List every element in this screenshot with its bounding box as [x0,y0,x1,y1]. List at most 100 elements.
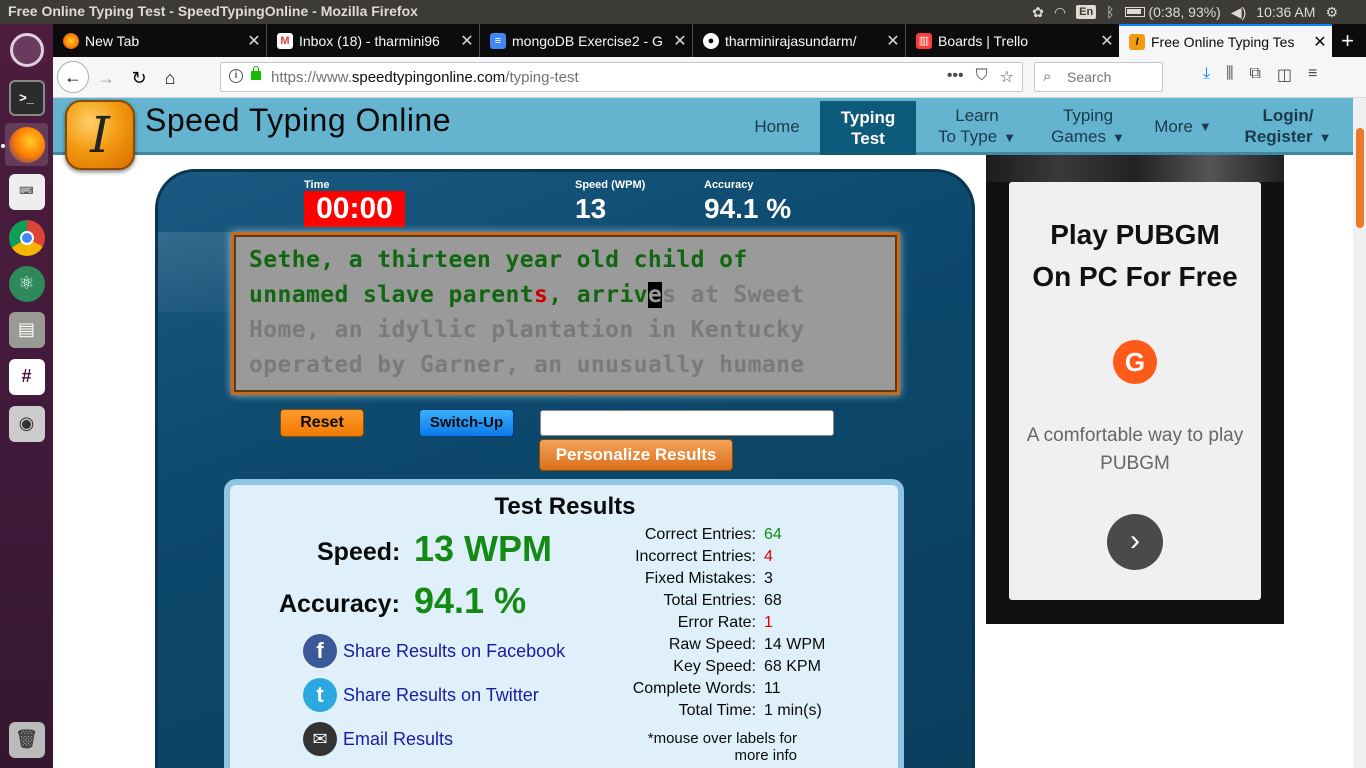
tab-gmail[interactable]: M Inbox (18) - tharmini96 ✕ [267,24,480,57]
launcher-chrome[interactable] [5,216,48,259]
text-line: Home, an idyllic plantation in Kentucky [249,317,805,343]
launcher-atom[interactable]: ⚛ [5,262,48,305]
page-actions-icon[interactable]: ••• [947,67,964,87]
ubuntu-launcher: >_ ⌨ ⚛ ▤ # ◉ 🗑 [0,24,53,768]
browser-nav-bar: ← → ↻ ⌂ i https://www.speedtypingonline.… [53,57,1366,98]
power-gear-icon[interactable]: ⚙ [1325,4,1338,21]
ad-go-button[interactable]: › [1107,514,1163,570]
tab-close-icon[interactable]: ✕ [455,31,479,51]
switch-up-button[interactable]: Switch-Up [419,409,514,437]
launcher-keyboard[interactable]: ⌨ [5,170,48,213]
tab-google-docs[interactable]: ≡ mongoDB Exercise2 - G ✕ [480,24,693,57]
tab-close-icon[interactable]: ✕ [668,31,692,51]
tab-close-icon[interactable]: ✕ [881,31,905,51]
dropdown-arrow-icon: ▼ [1111,130,1125,145]
advertisement[interactable]: Play PUBGM On PC For Free G A comfortable… [986,155,1284,624]
battery-indicator[interactable]: (0:38, 93%) [1124,4,1221,20]
text-line: unnamed slave parents, arrives at Sweet [249,282,805,308]
nav-typing-test[interactable]: Typing Test [820,101,916,155]
nav-home[interactable]: Home [743,98,811,155]
results-speed-label[interactable]: Speed: [317,538,400,567]
address-bar[interactable]: i https://www.speedtypingonline.com/typi… [220,62,1023,92]
forward-arrow-icon[interactable]: → [91,63,121,93]
stat-row: Total Entries: 68 [663,592,782,609]
tab-trello[interactable]: ▥ Boards | Trello ✕ [906,24,1119,57]
share-facebook-link[interactable]: f Share Results on Facebook [303,634,565,668]
tab-new-tab[interactable]: New Tab ✕ [53,24,267,57]
dropdown-arrow-icon: ▼ [1318,130,1332,145]
results-note: *mouse over labels for more info [647,730,797,764]
text-line: operated by Garner, an unusually humane [249,352,805,378]
tab-github[interactable]: ● tharminirajasundarm/ ✕ [693,24,906,57]
launcher-dash[interactable] [5,28,48,71]
keyboard-layout-indicator[interactable]: En [1076,5,1097,19]
lock-icon[interactable] [251,66,261,80]
stat-row: Raw Speed: 14 WPM [668,636,826,653]
tab-close-icon[interactable]: ✕ [1308,32,1332,52]
nav-learn-to-type[interactable]: Learn To Type ▼ [929,98,1025,155]
nav-login-register[interactable]: Login/Register ▼ [1238,98,1338,155]
volume-icon[interactable]: ◀) [1231,4,1246,21]
library-icon[interactable]: ⫼ [1226,65,1233,85]
keyboard-icon: ⌨ [8,173,45,210]
bookmark-star-icon[interactable]: ☆ [1000,67,1014,87]
bluetooth-icon[interactable]: ᛒ [1106,4,1114,20]
download-icon[interactable]: ⤓ [1203,65,1210,85]
stat-row: Incorrect Entries: 4 [635,548,773,565]
search-input[interactable]: ⌕ Search [1034,62,1163,92]
typing-text-box[interactable]: Sethe, a thirteen year old child of unna… [231,232,900,395]
ad-banner-image [986,155,1284,182]
twitter-icon: t [303,678,337,712]
speedtyping-favicon-icon: I [1129,33,1145,50]
reset-button[interactable]: Reset [280,409,364,437]
scrollbar-thumb[interactable] [1356,128,1364,228]
typing-input[interactable] [540,410,834,436]
browser-tab-bar: New Tab ✕ M Inbox (18) - tharmini96 ✕ ≡ … [53,24,1366,57]
info-icon[interactable]: i [229,69,243,83]
site-logo[interactable]: I [65,100,135,170]
stat-row: Fixed Mistakes: 3 [644,570,773,587]
launcher-firefox[interactable] [5,123,48,166]
launcher-terminal[interactable]: >_ [5,76,48,119]
back-arrow-icon[interactable]: ← [57,61,89,93]
home-icon[interactable]: ⌂ [155,63,185,93]
url-text[interactable]: https://www.speedtypingonline.com/typing… [271,69,579,86]
personalize-results-button[interactable]: Personalize Results [539,439,733,471]
ad-card[interactable]: Play PUBGM On PC For Free G A comfortable… [1009,182,1261,600]
wifi-icon[interactable]: ◠ [1054,4,1066,21]
results-accuracy-label[interactable]: Accuracy: [279,590,400,619]
sidebar-icon[interactable]: ◫ [1277,65,1292,85]
site-header: Speed Typing Online Home Typing Test Lear… [53,98,1353,155]
launcher-camera[interactable]: ◉ [5,402,48,445]
hamburger-menu-icon[interactable]: ≡ [1308,65,1317,85]
reload-icon[interactable]: ↻ [124,63,154,93]
ubuntu-logo-icon [9,32,44,67]
accuracy-label: Accuracy [704,179,754,191]
launcher-trash[interactable]: 🗑 [5,718,48,761]
dropbox-icon[interactable]: ✿ [1032,4,1044,21]
site-brand[interactable]: Speed Typing Online [145,102,451,139]
tab-close-icon[interactable]: ✕ [242,31,266,51]
nav-more[interactable]: More ▼ [1148,98,1218,155]
accuracy-value: 94.1 % [704,193,792,224]
tab-speedtypingonline[interactable]: I Free Online Typing Tes ✕ [1119,24,1332,57]
nav-typing-games[interactable]: Typing Games ▼ [1043,98,1133,155]
email-results-link[interactable]: ✉ Email Results [303,722,453,756]
new-tab-plus-icon[interactable]: + [1341,28,1354,54]
screenshot-icon[interactable]: ⧉ [1249,65,1260,85]
page-scrollbar[interactable] [1353,98,1366,768]
share-twitter-link[interactable]: t Share Results on Twitter [303,678,539,712]
results-speed-value: 13 WPM [414,528,553,569]
launcher-files[interactable]: ▤ [5,308,48,351]
stat-row: Error Rate: 1 [677,614,773,631]
trello-favicon-icon: ▥ [916,32,932,49]
toolbar-icons: ⤓ ⫼ ⧉ ◫ ≡ [1203,65,1317,85]
tab-close-icon[interactable]: ✕ [1095,31,1119,51]
launcher-slack[interactable]: # [5,355,48,398]
clock[interactable]: 10:36 AM [1256,4,1315,20]
chrome-icon [8,219,45,256]
stat-row: Total Time: 1 min(s) [678,702,822,719]
pocket-icon[interactable]: ⛉ [976,67,988,87]
battery-icon [1124,7,1145,17]
chrome-center-icon [19,230,34,245]
